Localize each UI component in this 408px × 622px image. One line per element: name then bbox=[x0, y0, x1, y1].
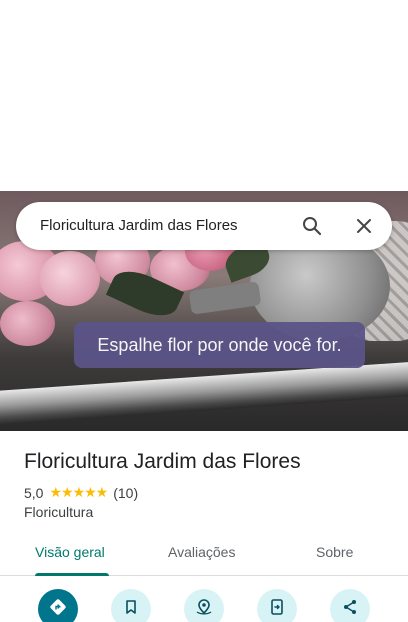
place-title: Floricultura Jardim das Flores bbox=[24, 450, 301, 473]
photo-flower bbox=[0, 301, 55, 346]
close-icon[interactable] bbox=[352, 214, 376, 238]
place-category: Floricultura bbox=[24, 504, 94, 520]
share-icon bbox=[341, 598, 359, 621]
photo-flower bbox=[40, 251, 100, 306]
send-to-phone-icon bbox=[268, 598, 286, 621]
review-count[interactable]: (10) bbox=[113, 485, 138, 501]
star-rating: ★★★★★ bbox=[49, 484, 108, 500]
tab-overview[interactable]: Visão geral bbox=[35, 544, 105, 560]
share-button[interactable] bbox=[330, 589, 370, 622]
nearby-button[interactable] bbox=[184, 589, 224, 622]
nearby-icon bbox=[194, 597, 214, 622]
rating-value: 5,0 bbox=[24, 484, 44, 501]
photo-caption: Espalhe flor por onde você for. bbox=[74, 322, 365, 368]
directions-icon bbox=[48, 597, 68, 622]
action-bar bbox=[0, 589, 408, 622]
send-to-phone-button[interactable] bbox=[257, 589, 297, 622]
map-blank-area bbox=[0, 0, 408, 191]
rating-row[interactable]: 5,0 ★★★★★ (10) bbox=[24, 484, 138, 501]
tab-bar: Visão geral Avaliações Sobre bbox=[0, 530, 408, 576]
search-bar[interactable]: Floricultura Jardim das Flores bbox=[16, 202, 392, 250]
photo-lever bbox=[188, 281, 262, 315]
search-input[interactable]: Floricultura Jardim das Flores bbox=[40, 217, 238, 234]
search-icon[interactable] bbox=[300, 214, 324, 238]
bookmark-icon bbox=[122, 598, 140, 621]
save-button[interactable] bbox=[111, 589, 151, 622]
tab-reviews[interactable]: Avaliações bbox=[168, 544, 235, 560]
directions-button[interactable] bbox=[38, 589, 78, 622]
photo-handlebar bbox=[0, 359, 408, 427]
tab-active-indicator bbox=[35, 573, 109, 576]
tab-about[interactable]: Sobre bbox=[316, 544, 353, 560]
